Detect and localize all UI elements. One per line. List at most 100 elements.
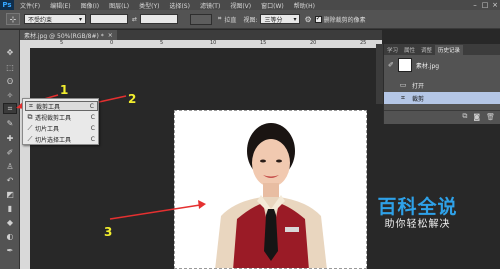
history-step-crop[interactable]: ⌗ 裁剪	[384, 92, 500, 104]
menu-item-label: 透视裁剪工具	[35, 114, 72, 122]
ruler-number: 0	[110, 40, 114, 46]
photoshop-logo: Ps	[0, 0, 14, 10]
swap-icon[interactable]: ⇄	[132, 16, 137, 23]
crop-tool-icon[interactable]: ⌗	[3, 103, 17, 114]
woman-portrait-image	[215, 123, 327, 268]
horizontal-ruler: 5 0 5 10 15 20 25	[30, 40, 382, 48]
menu-help[interactable]: 帮助(H)	[294, 1, 315, 10]
menu-item-slice-tool[interactable]: ⟋ 切片工具 C	[25, 123, 98, 133]
ruler-number: 20	[310, 40, 317, 46]
menu-type[interactable]: 类型(Y)	[139, 1, 159, 10]
straighten-icon[interactable]: ⌗	[218, 15, 221, 23]
gear-icon[interactable]: ⚙	[304, 15, 311, 24]
view-select[interactable]: 三等分 ▾	[260, 14, 301, 24]
menu-bar: Ps 文件(F) 编辑(E) 图像(I) 图层(L) 类型(Y) 选择(S) 滤…	[0, 0, 500, 10]
vertical-ruler	[20, 40, 30, 269]
history-snapshot[interactable]: ✐ 素材.jpg	[388, 58, 439, 72]
dodge-icon[interactable]: ◐	[3, 231, 17, 242]
close-icon[interactable]: ×	[490, 0, 500, 10]
pen-icon[interactable]: ✒	[3, 245, 17, 256]
chevron-down-icon: ▾	[293, 15, 297, 23]
gradient-icon[interactable]: ▮	[3, 203, 17, 214]
tab-learn[interactable]: 学习	[384, 45, 401, 55]
history-panel-footer: ⧉ ◙ 🗑	[384, 110, 500, 122]
annotation-number-1: 1	[60, 83, 69, 97]
camera-icon[interactable]: ◙	[473, 113, 480, 121]
straighten-label[interactable]: 拉直	[224, 15, 236, 24]
crop-tool-flyout-menu: ⌗ 裁剪工具 C ⧉ 透视裁剪工具 C ⟋ 切片工具 C ⟋ 切片选择工具 C	[22, 98, 99, 145]
menu-item-label: 裁剪工具	[36, 103, 61, 111]
ratio-select-value: 不受约束	[28, 16, 53, 24]
document-tab-bar: 素材.jpg @ 50%(RGB/8#) * ×	[20, 30, 382, 40]
history-step-open[interactable]: ▭ 打开	[384, 79, 500, 91]
history-panel: 学习 属性 调整 历史记录 ✐ 素材.jpg ▭ 打开 ⌗ 裁剪 ⧉ ◙ 🗑	[383, 44, 500, 124]
new-document-icon[interactable]: ⧉	[462, 112, 467, 121]
menu-item-shortcut: C	[90, 124, 95, 132]
tab-adjustments[interactable]: 调整	[418, 45, 435, 55]
eraser-icon[interactable]: ◩	[3, 189, 17, 200]
menu-edit[interactable]: 编辑(E)	[50, 1, 70, 10]
menu-item-perspective-crop-tool[interactable]: ⧉ 透视裁剪工具 C	[25, 112, 98, 122]
photoshop-window: Ps 文件(F) 编辑(E) 图像(I) 图层(L) 类型(Y) 选择(S) 滤…	[0, 0, 500, 269]
menu-image[interactable]: 图像(I)	[81, 1, 99, 10]
annotation-number-2: 2	[128, 92, 137, 106]
history-brush-icon[interactable]: ↶	[3, 175, 17, 186]
panel-tab-bar: 学习 属性 调整 历史记录	[384, 44, 500, 55]
ruler-number: 5	[160, 40, 164, 46]
brush-icon[interactable]: ✐	[3, 147, 17, 158]
crop-icon: ⌗	[29, 101, 33, 110]
eyedropper-icon[interactable]: ✎	[3, 118, 17, 129]
ruler-number: 15	[260, 40, 267, 46]
menu-item-label: 切片选择工具	[35, 136, 72, 144]
ruler-number: 25	[360, 40, 367, 46]
menu-item-shortcut: C	[89, 102, 94, 110]
menu-item-slice-select-tool[interactable]: ⟋ 切片选择工具 C	[25, 134, 98, 144]
menu-view[interactable]: 视图(V)	[230, 1, 251, 10]
blur-icon[interactable]: ◆	[3, 217, 17, 228]
document-icon: ▭	[399, 81, 407, 89]
clone-stamp-icon[interactable]: ♙	[3, 161, 17, 172]
delete-cropped-checkbox[interactable]	[314, 14, 322, 23]
magic-wand-icon[interactable]: ✧	[3, 90, 17, 101]
menu-item-shortcut: C	[90, 113, 95, 121]
clear-button[interactable]	[190, 13, 213, 25]
ruler-number: 5	[60, 40, 64, 46]
menu-filter[interactable]: 滤镜(T)	[200, 1, 220, 10]
document-image[interactable]	[174, 110, 367, 269]
watermark-subtitle: 助你轻松解决	[384, 219, 451, 230]
width-field[interactable]	[90, 14, 128, 24]
tab-close-icon[interactable]: ×	[108, 32, 113, 39]
document-tab[interactable]: 素材.jpg @ 50%(RGB/8#) * ×	[20, 30, 117, 40]
menu-item-shortcut: C	[90, 135, 95, 143]
perspective-crop-icon: ⧉	[27, 112, 33, 121]
slice-select-icon: ⟋	[27, 134, 33, 143]
annotation-number-3: 3	[104, 225, 113, 239]
menu-window[interactable]: 窗口(W)	[261, 1, 284, 10]
move-tool-icon[interactable]: ✥	[3, 47, 17, 58]
watermark: 百科全说 助你轻松解决	[365, 196, 470, 231]
tab-history[interactable]: 历史记录	[435, 45, 464, 55]
lasso-tool-icon[interactable]: ʘ	[3, 76, 17, 87]
maximize-icon[interactable]: □	[480, 0, 490, 10]
view-label: 视图:	[243, 16, 258, 24]
slice-icon: ⟋	[27, 123, 33, 132]
tab-properties[interactable]: 属性	[401, 45, 418, 55]
menu-item-label: 切片工具	[35, 125, 60, 133]
menu-select[interactable]: 选择(S)	[169, 1, 190, 10]
brush-icon: ✐	[388, 61, 394, 69]
ratio-select[interactable]: 不受约束 ▾	[24, 14, 86, 24]
delete-cropped-label: 删除裁剪的像素	[323, 16, 366, 24]
height-field[interactable]	[140, 14, 179, 24]
menu-item-crop-tool[interactable]: ⌗ 裁剪工具 C	[25, 101, 98, 111]
crop-icon: ⊹	[9, 14, 17, 24]
marquee-tool-icon[interactable]: ⬚	[3, 62, 17, 73]
healing-brush-icon[interactable]: ✚	[3, 133, 17, 144]
history-step-label: 裁剪	[412, 95, 425, 103]
tool-preset-picker[interactable]: ⊹	[6, 13, 20, 25]
menu-file[interactable]: 文件(F)	[20, 1, 40, 10]
trash-icon[interactable]: 🗑	[486, 113, 495, 121]
tools-panel: ✥ ⬚ ʘ ✧ ⌗ ✎ ✚ ✐ ♙ ↶ ◩ ▮ ◆ ◐ ✒	[0, 30, 20, 269]
minimize-icon[interactable]: –	[470, 0, 480, 10]
history-step-label: 打开	[412, 82, 425, 90]
menu-layer[interactable]: 图层(L)	[109, 1, 129, 10]
